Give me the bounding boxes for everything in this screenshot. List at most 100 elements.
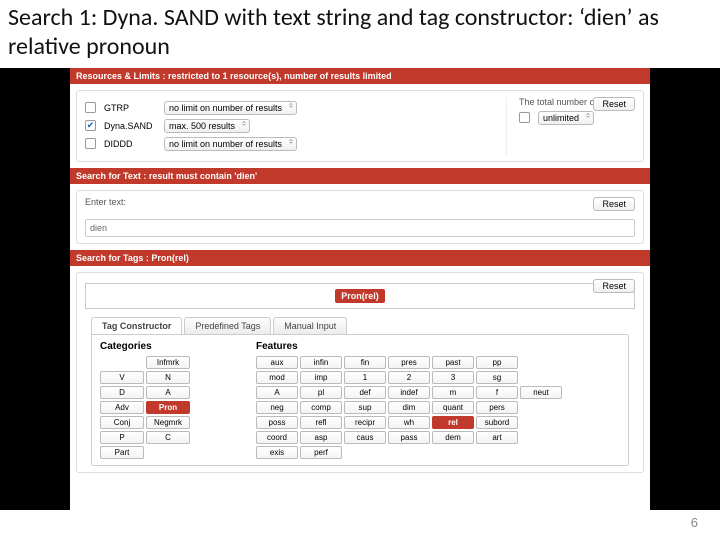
feature-cell[interactable]: caus bbox=[344, 431, 386, 444]
feature-cell[interactable]: subord bbox=[476, 416, 518, 429]
feature-cell[interactable]: poss bbox=[256, 416, 298, 429]
category-cell bbox=[192, 431, 236, 444]
tag-search-bar: Search for Tags : Pron(rel) bbox=[70, 250, 650, 266]
feature-cell[interactable]: mod bbox=[256, 371, 298, 384]
feature-cell[interactable]: imp bbox=[300, 371, 342, 384]
category-cell[interactable]: N bbox=[146, 371, 190, 384]
categories-grid: InfmrkVNDAAdvPronConjNegmrkPCPart bbox=[100, 356, 236, 459]
text-search-bar: Search for Text : result must contain 'd… bbox=[70, 168, 650, 184]
feature-cell[interactable]: A bbox=[256, 386, 298, 399]
text-search-panel: Reset Enter text: dien bbox=[76, 190, 644, 244]
feature-cell[interactable]: neg bbox=[256, 401, 298, 414]
tag-chip-area: Pron(rel) bbox=[85, 283, 635, 309]
tab-tag-constructor[interactable]: Tag Constructor bbox=[91, 317, 182, 334]
feature-cell[interactable]: pp bbox=[476, 356, 518, 369]
feature-cell bbox=[388, 446, 430, 459]
feature-cell[interactable]: 3 bbox=[432, 371, 474, 384]
reset-button[interactable]: Reset bbox=[593, 197, 635, 211]
resources-panel: Reset GTRP no limit on number of results… bbox=[76, 90, 644, 162]
feature-cell[interactable]: pres bbox=[388, 356, 430, 369]
feature-cell[interactable]: refl bbox=[300, 416, 342, 429]
feature-cell[interactable]: rel bbox=[432, 416, 474, 429]
feature-cell bbox=[476, 446, 518, 459]
feature-cell[interactable]: pl bbox=[300, 386, 342, 399]
feature-cell bbox=[520, 371, 562, 384]
feature-cell[interactable]: indef bbox=[388, 386, 430, 399]
total-select[interactable]: unlimited bbox=[538, 111, 594, 125]
category-cell[interactable]: D bbox=[100, 386, 144, 399]
feature-cell bbox=[520, 356, 562, 369]
feature-cell[interactable]: fin bbox=[344, 356, 386, 369]
feature-cell[interactable]: recipr bbox=[344, 416, 386, 429]
checkbox-gtrp[interactable] bbox=[85, 102, 96, 113]
feature-cell[interactable]: art bbox=[476, 431, 518, 444]
category-cell[interactable]: C bbox=[146, 431, 190, 444]
feature-cell[interactable]: 1 bbox=[344, 371, 386, 384]
category-cell bbox=[192, 386, 236, 399]
feature-cell bbox=[432, 446, 474, 459]
feature-cell[interactable]: coord bbox=[256, 431, 298, 444]
tab-manual-input[interactable]: Manual Input bbox=[273, 317, 347, 334]
app-letterbox: Resources & Limits : restricted to 1 res… bbox=[0, 68, 720, 510]
tag-constructor-body: Categories InfmrkVNDAAdvPronConjNegmrkPC… bbox=[91, 334, 629, 466]
category-cell[interactable]: Infmrk bbox=[146, 356, 190, 369]
feature-cell[interactable]: wh bbox=[388, 416, 430, 429]
category-cell[interactable]: A bbox=[146, 386, 190, 399]
resource-label: GTRP bbox=[104, 103, 156, 113]
feature-cell[interactable]: infin bbox=[300, 356, 342, 369]
category-cell[interactable]: Negmrk bbox=[146, 416, 190, 429]
slide-number: 6 bbox=[691, 515, 698, 530]
feature-cell[interactable]: def bbox=[344, 386, 386, 399]
feature-cell[interactable]: neut bbox=[520, 386, 562, 399]
feature-cell[interactable]: comp bbox=[300, 401, 342, 414]
feature-cell[interactable]: asp bbox=[300, 431, 342, 444]
tag-chip[interactable]: Pron(rel) bbox=[335, 289, 385, 303]
resource-list: GTRP no limit on number of results ✔ Dyn… bbox=[85, 97, 297, 155]
feature-cell[interactable]: sg bbox=[476, 371, 518, 384]
feature-cell[interactable]: aux bbox=[256, 356, 298, 369]
feature-cell bbox=[344, 446, 386, 459]
reset-button[interactable]: Reset bbox=[593, 97, 635, 111]
feature-cell bbox=[520, 446, 562, 459]
resource-label: DIDDD bbox=[104, 139, 156, 149]
category-cell[interactable]: Pron bbox=[146, 401, 190, 414]
feature-cell[interactable]: sup bbox=[344, 401, 386, 414]
feature-cell bbox=[520, 416, 562, 429]
reset-button[interactable]: Reset bbox=[593, 279, 635, 293]
features-grid: auxinfinfinprespastpp modimp123sg Apldefin… bbox=[256, 356, 562, 459]
feature-cell[interactable]: 2 bbox=[388, 371, 430, 384]
feature-cell[interactable]: f bbox=[476, 386, 518, 399]
limit-select[interactable]: max. 500 results bbox=[164, 119, 250, 133]
category-cell bbox=[192, 356, 236, 369]
resource-row: GTRP no limit on number of results bbox=[85, 101, 297, 115]
category-cell[interactable]: P bbox=[100, 431, 144, 444]
enter-text-label: Enter text: bbox=[85, 197, 635, 207]
tag-tabs: Tag ConstructorPredefined TagsManual Inp… bbox=[91, 317, 629, 334]
feature-cell[interactable]: past bbox=[432, 356, 474, 369]
tab-predefined-tags[interactable]: Predefined Tags bbox=[184, 317, 271, 334]
checkbox-total[interactable] bbox=[519, 112, 530, 123]
features-head: Features bbox=[256, 341, 562, 352]
category-cell[interactable]: Part bbox=[100, 446, 144, 459]
category-cell[interactable]: Conj bbox=[100, 416, 144, 429]
category-cell bbox=[192, 446, 236, 459]
feature-cell[interactable]: dim bbox=[388, 401, 430, 414]
checkbox-diddd[interactable] bbox=[85, 138, 96, 149]
feature-cell[interactable]: pass bbox=[388, 431, 430, 444]
feature-cell[interactable]: perf bbox=[300, 446, 342, 459]
category-cell bbox=[146, 446, 190, 459]
category-cell[interactable]: Adv bbox=[100, 401, 144, 414]
category-cell[interactable]: V bbox=[100, 371, 144, 384]
feature-cell[interactable]: m bbox=[432, 386, 474, 399]
checkbox-dynasand[interactable]: ✔ bbox=[85, 120, 96, 131]
resources-bar: Resources & Limits : restricted to 1 res… bbox=[70, 68, 650, 84]
limit-select[interactable]: no limit on number of results bbox=[164, 101, 297, 115]
category-cell bbox=[100, 356, 144, 369]
feature-cell[interactable]: quant bbox=[432, 401, 474, 414]
search-text-input[interactable]: dien bbox=[85, 219, 635, 237]
feature-cell[interactable]: exis bbox=[256, 446, 298, 459]
feature-cell[interactable]: dem bbox=[432, 431, 474, 444]
tag-search-panel: Reset Pron(rel) Tag ConstructorPredefine… bbox=[76, 272, 644, 473]
limit-select[interactable]: no limit on number of results bbox=[164, 137, 297, 151]
feature-cell[interactable]: pers bbox=[476, 401, 518, 414]
